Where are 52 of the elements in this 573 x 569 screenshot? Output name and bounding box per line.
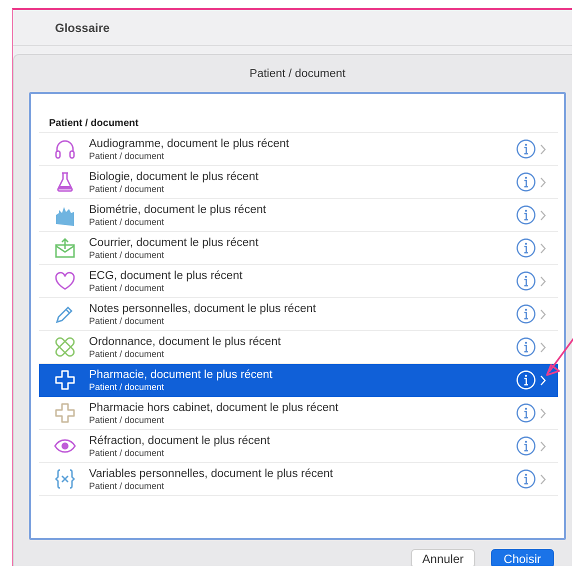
choose-button[interactable]: Choisir: [490, 549, 554, 566]
row-title: Courrier, document le plus récent: [89, 236, 260, 248]
info-icon[interactable]: [516, 205, 536, 225]
info-icon[interactable]: [516, 337, 536, 357]
list-row[interactable]: Courrier, document le plus récent Patient / document: [39, 232, 558, 265]
cross-icon: [53, 368, 77, 392]
list-row[interactable]: Audiogramme, document le plus récent Patient / document: [39, 133, 558, 166]
info-icon[interactable]: [516, 172, 536, 192]
row-title: ECG, document le plus récent: [89, 270, 244, 282]
info-icon[interactable]: [516, 304, 536, 324]
envelope-icon: [53, 236, 77, 260]
info-icon[interactable]: [516, 238, 536, 258]
row-title: Pharmacie hors cabinet, document le plus récent: [89, 402, 340, 414]
row-subtitle: Patient / document: [89, 480, 166, 490]
info-icon[interactable]: [516, 469, 536, 489]
list-row[interactable]: Variables personnelles, document le plus récent Patient / document: [39, 463, 558, 496]
list-row[interactable]: Pharmacie hors cabinet, document le plus récent Patient / document: [39, 397, 558, 430]
row-subtitle: Patient / document: [89, 216, 166, 226]
sheet-title: Patient / document: [250, 68, 346, 80]
row-subtitle: Patient / document: [89, 414, 166, 424]
row-title: Ordonnance, document le plus récent: [89, 336, 282, 348]
annotation-arrow: [543, 336, 573, 378]
list-row[interactable]: Biométrie, document le plus récent Patient / document: [39, 199, 558, 232]
row-title: Audiogramme, document le plus récent: [89, 138, 290, 150]
row-title: Pharmacie, document le plus récent: [89, 368, 274, 380]
cancel-button[interactable]: Annuler: [411, 549, 475, 566]
list-row[interactable]: Réfraction, document le plus récent Patient / document: [39, 430, 558, 463]
info-icon[interactable]: [516, 139, 536, 159]
row-subtitle: Patient / document: [89, 348, 166, 358]
info-icon[interactable]: [516, 271, 536, 291]
row-title: Biométrie, document le plus récent: [89, 204, 268, 216]
list-header: Patient / document: [49, 118, 138, 129]
info-icon[interactable]: [516, 436, 536, 456]
row-subtitle: Patient / document: [89, 448, 166, 458]
row-subtitle: Patient / document: [89, 184, 166, 194]
window-title: Glossaire: [55, 20, 110, 34]
row-subtitle: Patient / document: [89, 250, 166, 260]
info-icon[interactable]: [516, 403, 536, 423]
row-subtitle: Patient / document: [89, 316, 166, 326]
row-subtitle: Patient / document: [89, 150, 166, 160]
bandage-icon: [53, 335, 77, 359]
braces-icon: [53, 467, 77, 491]
row-title: Réfraction, document le plus récent: [89, 434, 271, 446]
row-title: Biologie, document le plus récent: [89, 170, 260, 182]
row-title: Variables personnelles, document le plus récent: [89, 468, 334, 480]
cross-icon: [53, 401, 77, 425]
row-subtitle: Patient / document: [89, 382, 166, 392]
row-title: Notes personnelles, document le plus récent: [89, 302, 317, 314]
list-row[interactable]: Biologie, document le plus récent Patient / document: [39, 166, 558, 199]
list-row[interactable]: Notes personnelles, document le plus récent Patient / document: [39, 298, 558, 331]
row-subtitle: Patient / document: [89, 282, 166, 292]
list-row[interactable]: ECG, document le plus récent Patient / document: [39, 265, 558, 298]
